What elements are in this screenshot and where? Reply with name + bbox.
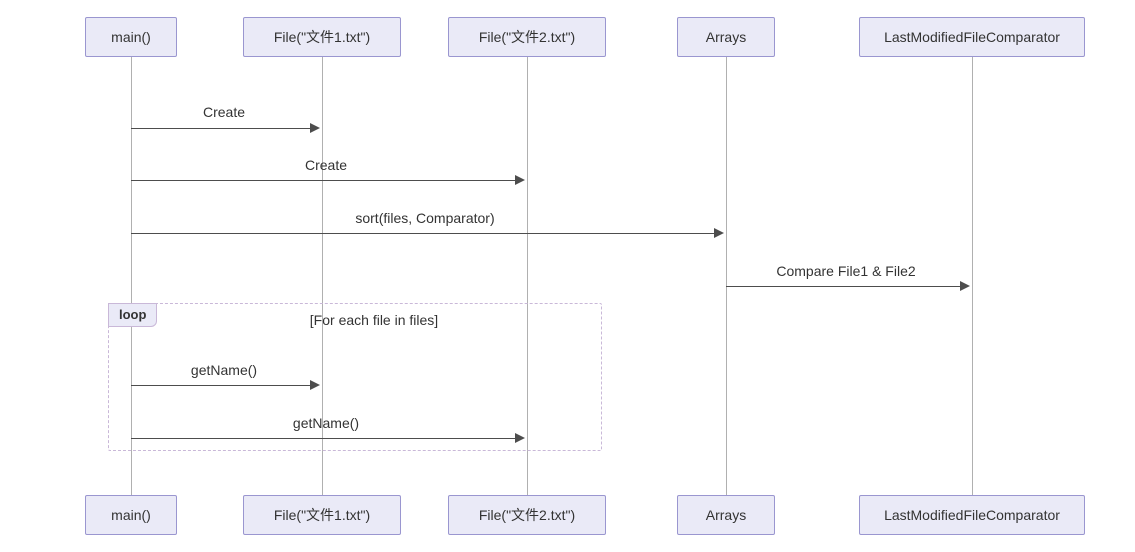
arrow-head-icon xyxy=(515,175,525,185)
message-label: Create xyxy=(104,104,344,120)
participant-label: LastModifiedFileComparator xyxy=(884,29,1060,45)
message-label: sort(files, Comparator) xyxy=(305,210,545,226)
arrow-head-icon xyxy=(960,281,970,291)
arrow-head-icon xyxy=(714,228,724,238)
arrow-head-icon xyxy=(310,380,320,390)
message-arrow xyxy=(131,233,716,234)
message-label: Create xyxy=(206,157,446,173)
message-label: getName() xyxy=(206,415,446,431)
participant-top-arrays: Arrays xyxy=(677,17,775,57)
participant-label: Arrays xyxy=(706,507,746,523)
loop-condition: [For each file in files] xyxy=(274,312,474,328)
participant-label: File("文件1.txt") xyxy=(274,505,370,525)
participant-label: LastModifiedFileComparator xyxy=(884,507,1060,523)
participant-label: main() xyxy=(111,29,151,45)
message-arrow xyxy=(131,438,517,439)
participant-top-cmp: LastModifiedFileComparator xyxy=(859,17,1085,57)
arrow-head-icon xyxy=(515,433,525,443)
participant-bottom-file2: File("文件2.txt") xyxy=(448,495,606,535)
participant-label: File("文件2.txt") xyxy=(479,505,575,525)
message-arrow xyxy=(131,128,312,129)
participant-label: File("文件2.txt") xyxy=(479,27,575,47)
loop-tag: loop xyxy=(108,303,157,327)
participant-bottom-file1: File("文件1.txt") xyxy=(243,495,401,535)
participant-bottom-arrays: Arrays xyxy=(677,495,775,535)
participant-label: File("文件1.txt") xyxy=(274,27,370,47)
arrow-head-icon xyxy=(310,123,320,133)
participant-label: main() xyxy=(111,507,151,523)
participant-label: Arrays xyxy=(706,29,746,45)
participant-bottom-main: main() xyxy=(85,495,177,535)
participant-top-main: main() xyxy=(85,17,177,57)
message-label: Compare File1 & File2 xyxy=(726,263,966,279)
lifeline-cmp xyxy=(972,56,973,496)
participant-bottom-cmp: LastModifiedFileComparator xyxy=(859,495,1085,535)
participant-top-file2: File("文件2.txt") xyxy=(448,17,606,57)
message-arrow xyxy=(131,385,312,386)
participant-top-file1: File("文件1.txt") xyxy=(243,17,401,57)
message-arrow xyxy=(726,286,962,287)
message-arrow xyxy=(131,180,517,181)
message-label: getName() xyxy=(104,362,344,378)
